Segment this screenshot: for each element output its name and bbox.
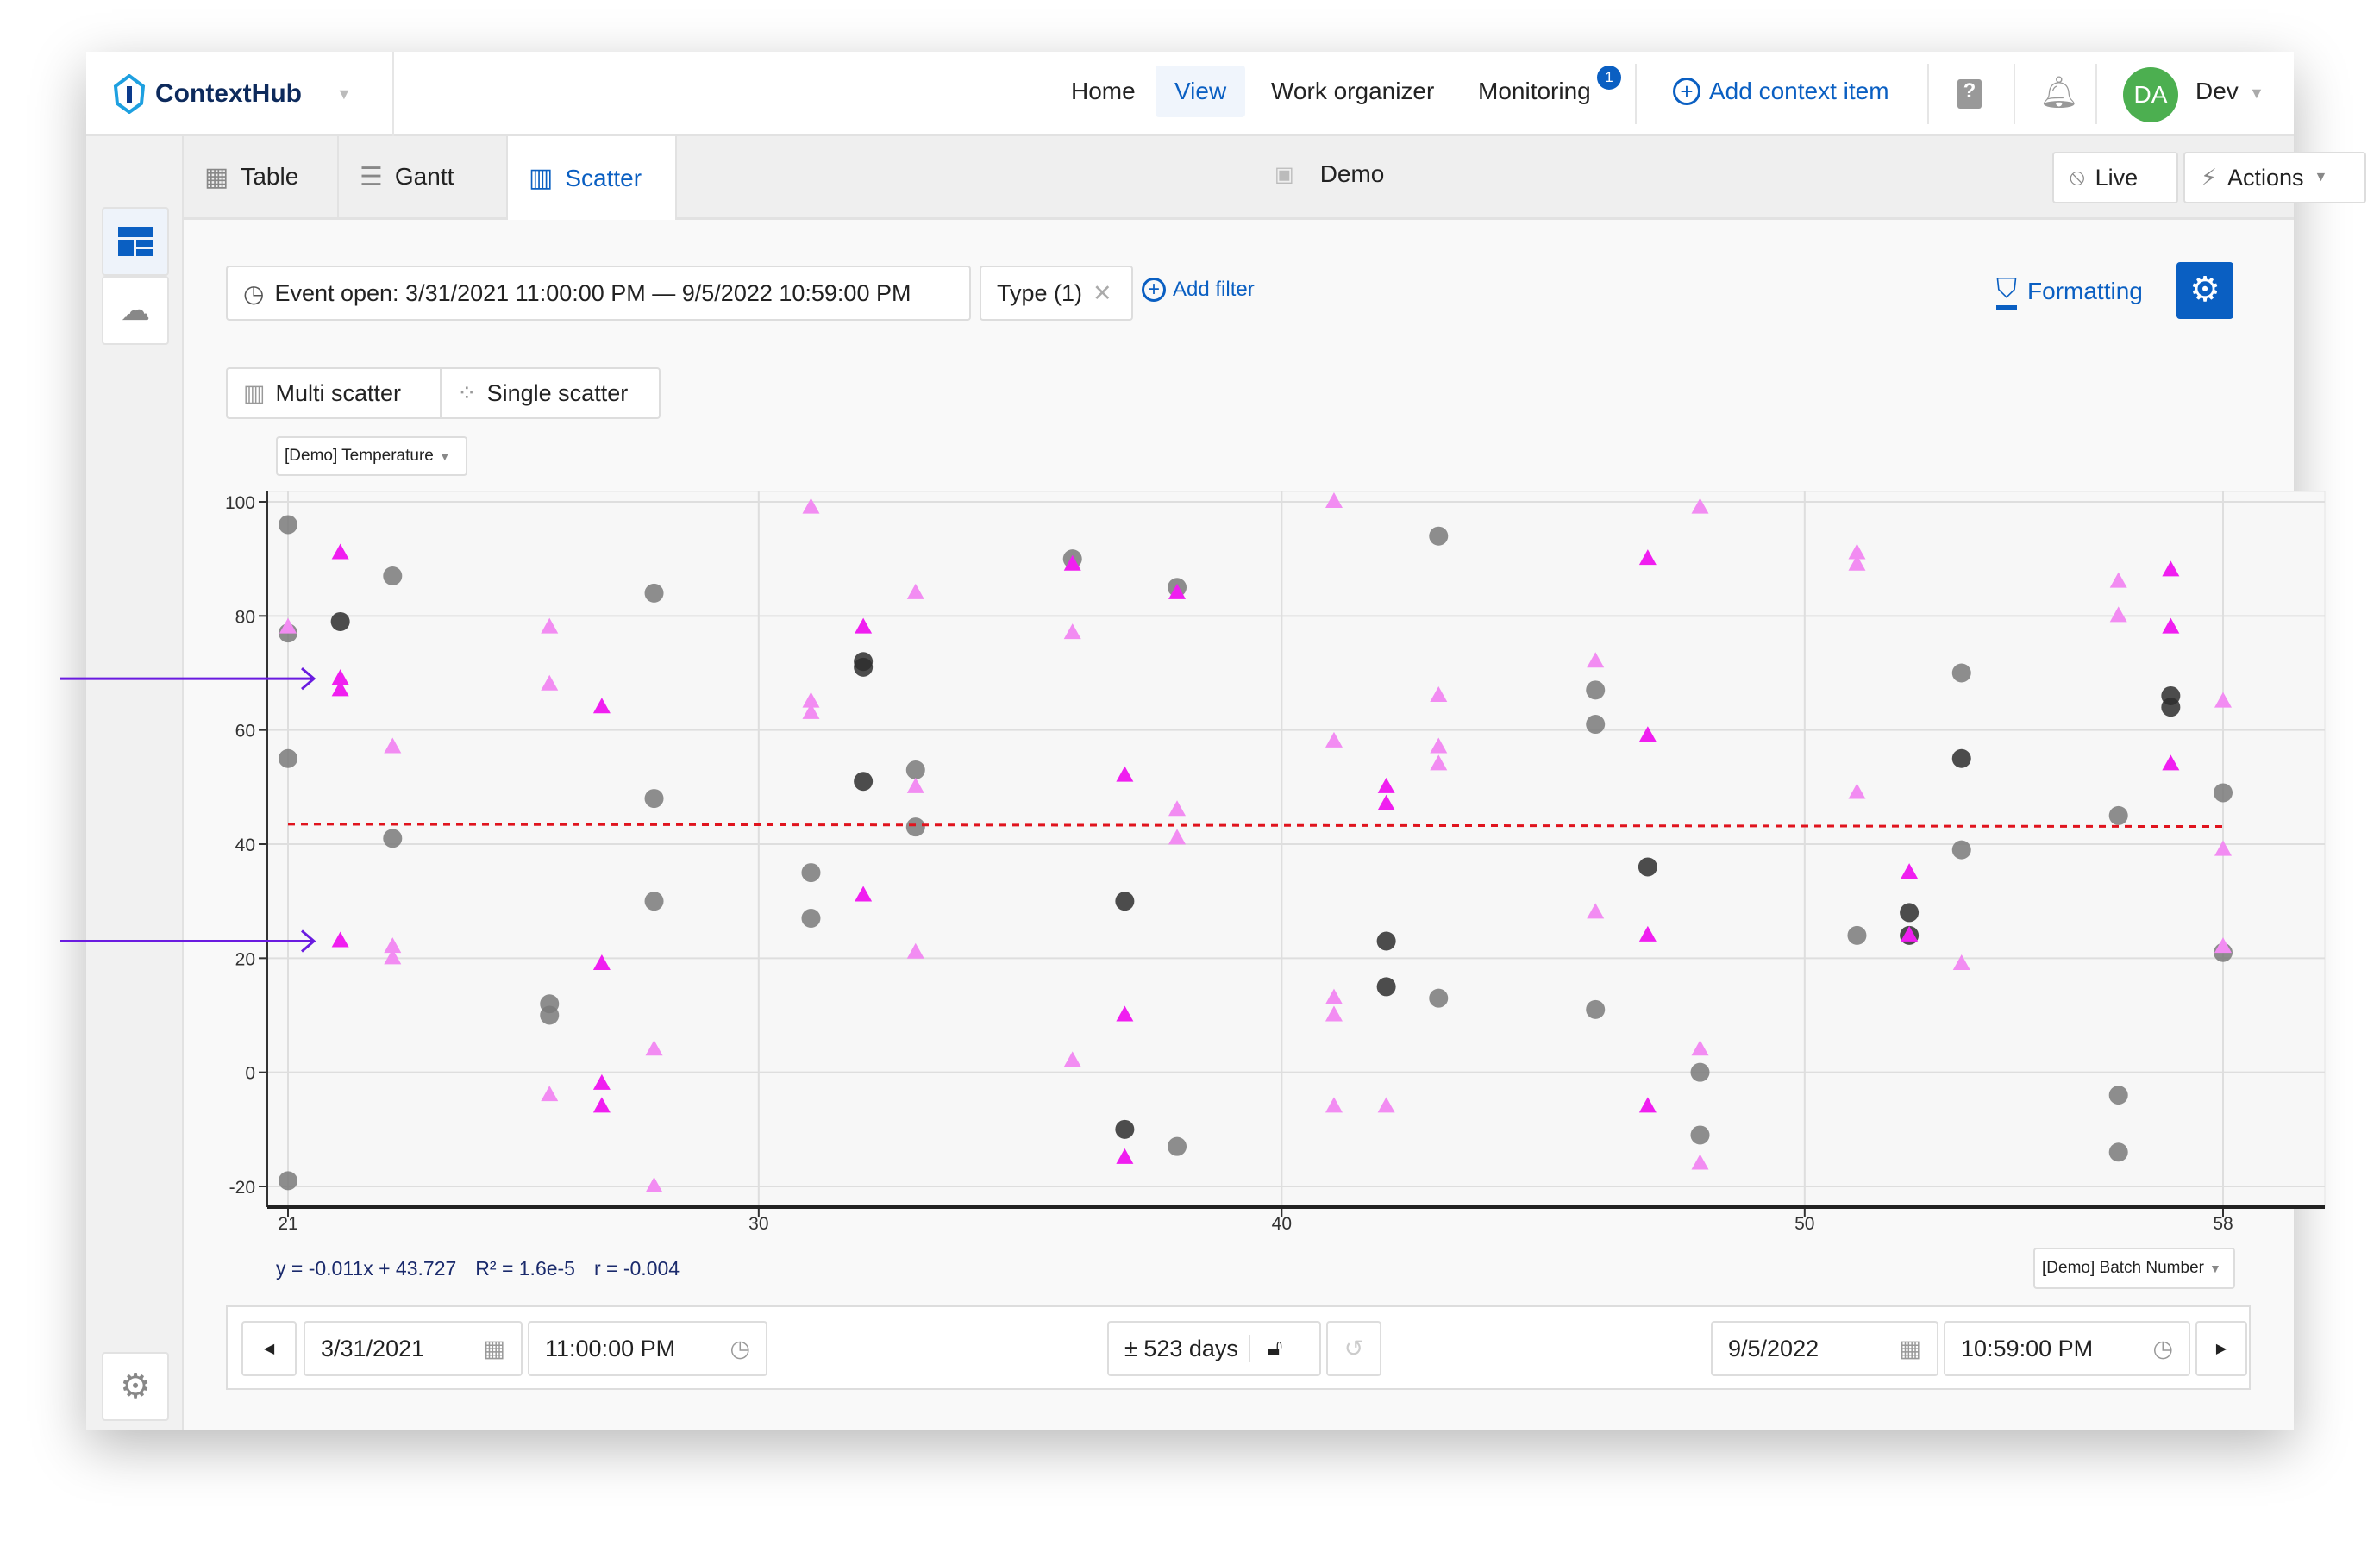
data-point-circle xyxy=(2108,805,2128,825)
start-date-value: 3/31/2021 xyxy=(321,1335,425,1361)
regression-stats: y = -0.011x + 43.727 R² = 1.6e-5 r = -0.… xyxy=(276,1257,680,1280)
x-tick-label: 50 xyxy=(1794,1214,1814,1234)
reset-range-button[interactable]: ↺ xyxy=(1326,1321,1381,1376)
data-point-circle xyxy=(1951,840,1971,860)
data-point-circle xyxy=(801,909,821,929)
end-date-input[interactable]: 9/5/2022 ▦ xyxy=(1711,1321,1938,1376)
data-point-circle xyxy=(540,1005,560,1025)
time-range-bar: ◀ 3/31/2021 ▦ 11:00:00 PM ◷ ± 523 days 🔓︎ ↺… xyxy=(226,1305,2251,1390)
regression-equation: y = -0.011x + 43.727 xyxy=(276,1257,457,1280)
data-point-circle xyxy=(644,789,664,809)
clock-icon: ◷ xyxy=(730,1335,750,1361)
data-point-circle xyxy=(1168,1136,1187,1156)
data-point-circle xyxy=(279,515,298,535)
chevron-down-icon: ▼ xyxy=(2208,1261,2221,1275)
data-point-circle xyxy=(383,829,403,848)
data-point-circle xyxy=(1376,931,1396,951)
plot-area xyxy=(266,491,2326,1208)
data-point-circle xyxy=(644,583,664,603)
data-point-circle xyxy=(854,657,874,677)
calendar-icon: ▦ xyxy=(483,1335,505,1361)
chevron-down-icon: ▼ xyxy=(2314,170,2328,185)
end-time-value: 10:59:00 PM xyxy=(1961,1335,2094,1361)
data-point-circle xyxy=(2214,783,2233,803)
data-point-circle xyxy=(1586,680,1606,700)
data-point-circle xyxy=(279,748,298,768)
data-point-circle xyxy=(801,863,821,883)
y-tick-label: 60 xyxy=(235,722,255,742)
start-time-input[interactable]: 11:00:00 PM ◷ xyxy=(528,1321,767,1376)
chevron-left-icon: ◀ xyxy=(263,1342,275,1356)
data-point-circle xyxy=(1376,977,1396,997)
y-tick-label: 100 xyxy=(225,493,255,513)
data-point-circle xyxy=(644,892,664,911)
data-point-circle xyxy=(1951,663,1971,683)
data-point-circle xyxy=(854,772,874,792)
data-point-circle xyxy=(1638,857,1657,877)
data-point-circle xyxy=(330,611,350,631)
data-point-circle xyxy=(279,1171,298,1191)
clock-icon: ◷ xyxy=(2152,1335,2173,1361)
start-time-value: 11:00:00 PM xyxy=(545,1335,676,1361)
next-range-button[interactable]: ▶ xyxy=(2195,1321,2247,1376)
history-icon: ↺ xyxy=(1343,1335,1364,1361)
end-date-value: 9/5/2022 xyxy=(1728,1335,1819,1361)
chevron-right-icon: ▶ xyxy=(2215,1342,2227,1356)
lock-icon[interactable]: 🔓︎ xyxy=(1248,1335,1282,1362)
data-point-circle xyxy=(1429,526,1449,546)
y-tick-label: 20 xyxy=(235,949,255,969)
data-point-circle xyxy=(1847,925,1867,945)
scatter-chart: -20 0 20 40 60 80 100 21 30 40 50 58 xyxy=(60,491,2326,1234)
correlation-r: r = -0.004 xyxy=(593,1257,680,1280)
y-tick-label: 80 xyxy=(235,607,255,627)
data-point-circle xyxy=(1429,988,1449,1008)
x-axis-selector-label: [Demo] Batch Number xyxy=(2042,1259,2204,1277)
data-point-circle xyxy=(1115,1119,1135,1139)
range-span-value: ± 523 days xyxy=(1124,1335,1238,1361)
calendar-icon: ▦ xyxy=(1899,1335,1921,1361)
data-point-circle xyxy=(1690,1062,1710,1082)
data-point-circle xyxy=(1586,715,1606,735)
range-span[interactable]: ± 523 days 🔓︎ xyxy=(1107,1321,1321,1376)
y-tick-label: 0 xyxy=(245,1064,255,1084)
data-point-circle xyxy=(905,817,925,837)
data-point-circle xyxy=(1115,892,1135,911)
start-date-input[interactable]: 3/31/2021 ▦ xyxy=(304,1321,523,1376)
x-tick-label: 58 xyxy=(2213,1214,2233,1234)
data-point-circle xyxy=(1586,999,1606,1019)
data-point-circle xyxy=(383,566,403,586)
x-axis-selector[interactable]: [Demo] Batch Number ▼ xyxy=(2033,1248,2235,1289)
data-point-circle xyxy=(905,760,925,779)
data-point-circle xyxy=(1690,1125,1710,1145)
x-tick-label: 40 xyxy=(1272,1214,1292,1234)
x-tick-label: 30 xyxy=(748,1214,768,1234)
data-point-circle xyxy=(2161,698,2181,717)
y-tick-label: -20 xyxy=(229,1178,255,1198)
data-point-circle xyxy=(2108,1086,2128,1105)
x-tick-label: 21 xyxy=(278,1214,298,1234)
app-window: ContextHub ▼ Home View Work organizer Mo… xyxy=(60,52,2366,1430)
data-point-circle xyxy=(2108,1142,2128,1162)
end-time-input[interactable]: 10:59:00 PM ◷ xyxy=(1944,1321,2190,1376)
data-point-circle xyxy=(1900,903,1920,923)
y-tick-label: 40 xyxy=(235,835,255,855)
data-point-circle xyxy=(1951,748,1971,768)
previous-range-button[interactable]: ◀ xyxy=(241,1321,297,1376)
r-squared: R² = 1.6e-5 xyxy=(475,1257,575,1280)
